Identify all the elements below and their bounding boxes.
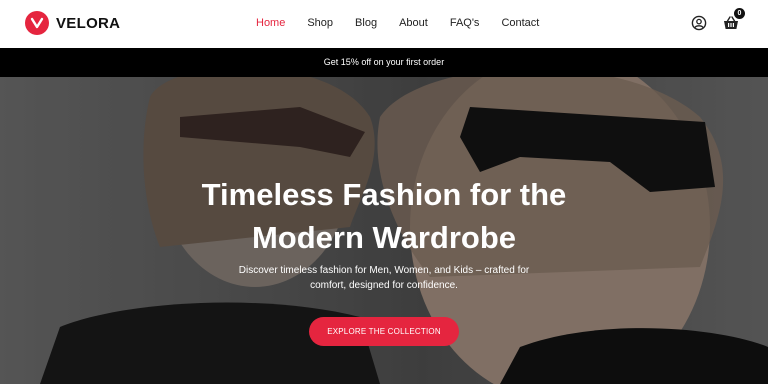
hero-banner: Timeless Fashion for the Modern Wardrobe… (0, 77, 768, 384)
cart-count-badge: 0 (734, 8, 745, 19)
nav-faqs[interactable]: FAQ's (450, 17, 480, 29)
explore-collection-button[interactable]: EXPLORE THE COLLECTION (309, 317, 459, 346)
brand-logo[interactable]: VELORA (25, 11, 120, 35)
nav-about[interactable]: About (399, 17, 428, 29)
nav-contact[interactable]: Contact (501, 17, 539, 29)
user-circle-icon[interactable] (691, 15, 707, 31)
nav-home[interactable]: Home (256, 17, 285, 29)
hero-subtitle: Discover timeless fashion for Men, Women… (238, 265, 530, 291)
hero-title-line-1: Timeless Fashion for the (201, 177, 567, 212)
hero-title-line-2: Modern Wardrobe (251, 220, 517, 255)
promo-bar: Get 15% off on your first order (0, 48, 768, 77)
brand-name: VELORA (56, 14, 121, 32)
main-nav: Home Shop Blog About FAQ's Contact (256, 17, 561, 29)
nav-blog[interactable]: Blog (355, 17, 377, 29)
logo-v-icon (25, 11, 49, 35)
hero-title: Timeless Fashion for the Modern Wardrobe (0, 173, 768, 259)
site-header: VELORA Home Shop Blog About FAQ's Contac… (0, 0, 768, 48)
nav-shop[interactable]: Shop (307, 17, 333, 29)
